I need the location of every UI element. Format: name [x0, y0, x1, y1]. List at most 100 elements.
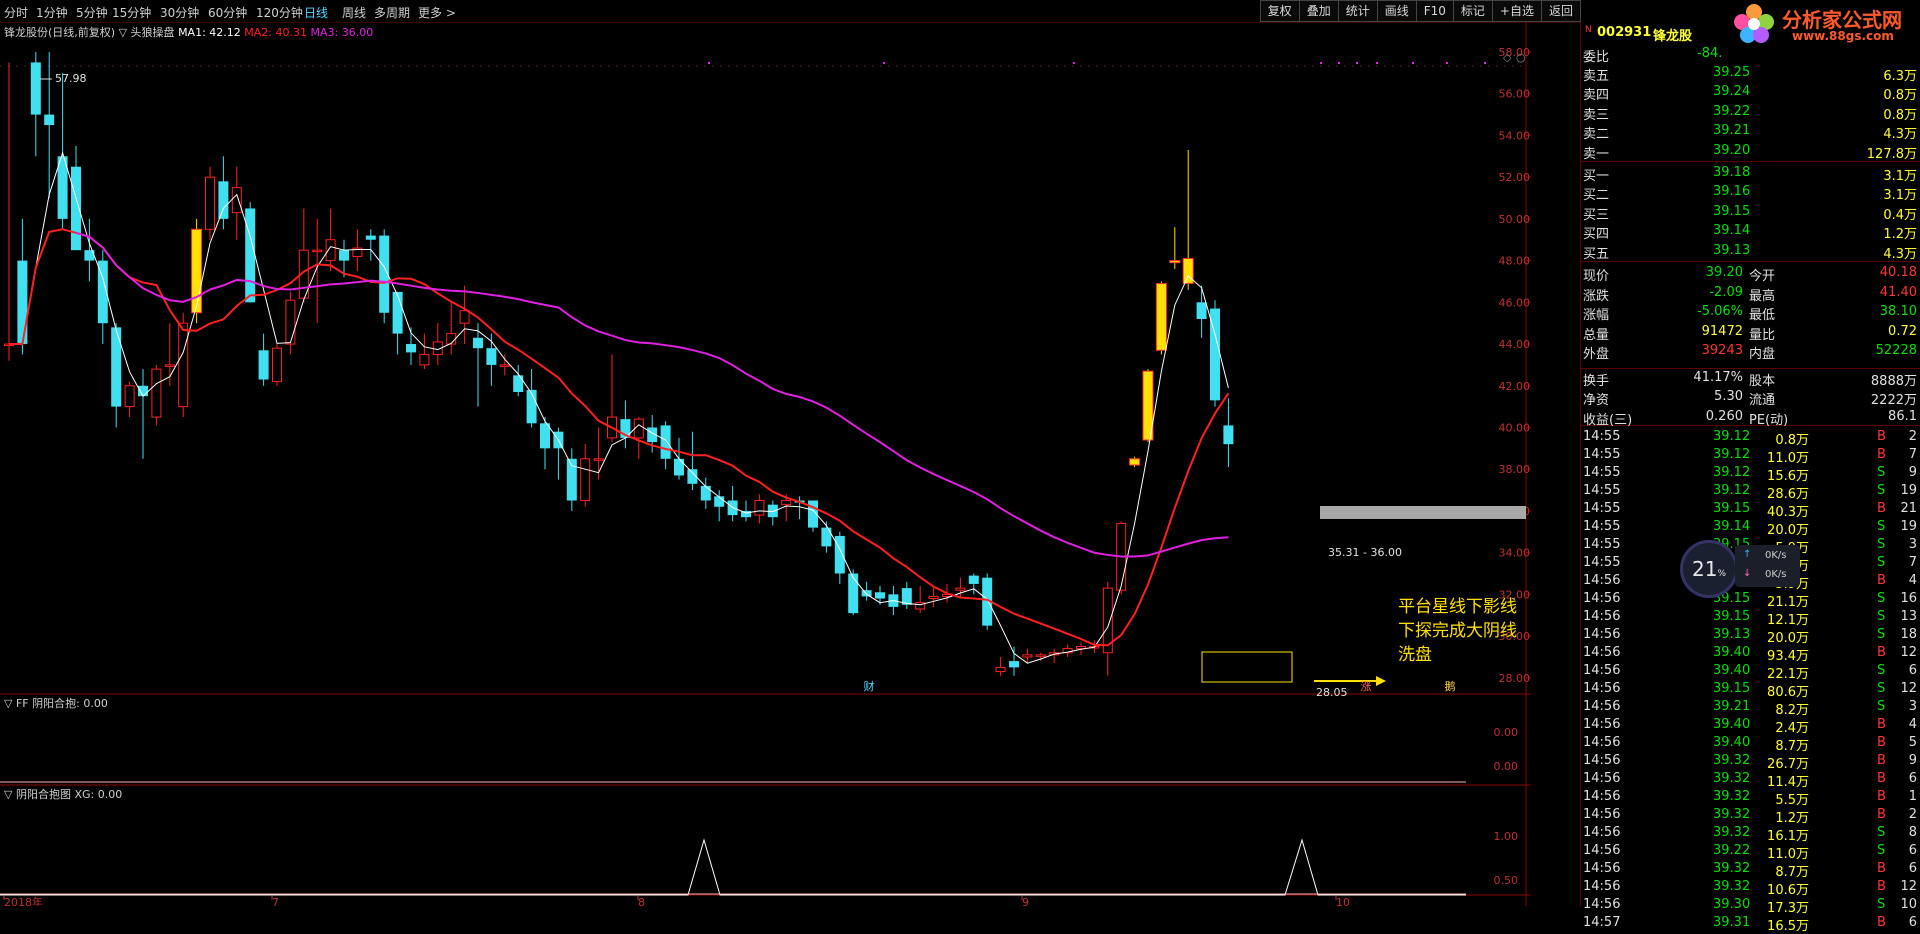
price-tick-label: 54.00: [1499, 129, 1531, 142]
period-tab-8[interactable]: 周线: [342, 4, 366, 21]
tick-price: 39.12: [1713, 465, 1751, 480]
level-price: 39.15: [1713, 203, 1751, 219]
stat-label-2: 股本: [1749, 373, 1776, 389]
signal-dot: [708, 62, 710, 64]
stat-label-1: 总量: [1583, 327, 1610, 343]
candle-body: [593, 458, 604, 461]
toolbar-button-0[interactable]: 复权: [1259, 0, 1300, 22]
price-tick-label: 40.00: [1499, 421, 1531, 434]
stock-code: 002931: [1597, 25, 1652, 40]
period-tab-2[interactable]: 5分钟: [76, 4, 108, 21]
orderbook-divider: [1581, 161, 1920, 162]
candle-body: [1182, 258, 1194, 285]
period-toolbar: 分时 1分钟 5分钟 15分钟 30分钟 60分钟 120分钟 日线 周线 多周期 更多 > 复权叠…: [0, 0, 1920, 23]
tick-price: 39.40: [1713, 663, 1751, 678]
tick-side: B: [1877, 861, 1886, 876]
candle-body: [674, 458, 684, 476]
period-tab-4[interactable]: 30分钟: [160, 4, 199, 21]
tick-time: 14:56: [1583, 843, 1621, 858]
kline-chart[interactable]: 58.0056.0054.0052.0050.0048.0046.0044.00…: [0, 22, 1558, 909]
quote-stat-row: 外盘 39243 内盘 52228: [1581, 342, 1920, 362]
tick-price: 39.15: [1713, 501, 1751, 516]
tick-time: 14:56: [1583, 645, 1621, 660]
tick-count: 19: [1900, 519, 1917, 534]
sell-level-row: 卖四 39.24 0.8万: [1581, 83, 1920, 103]
candle-body: [459, 310, 470, 324]
tick-row: 14:56 39.13 20.0万 S 18: [1581, 626, 1920, 646]
tick-row: 14:56 39.22 11.0万 S 6: [1581, 842, 1920, 862]
tick-count: 6: [1908, 915, 1917, 930]
candle-body: [44, 114, 55, 126]
period-tab-6[interactable]: 120分钟: [256, 4, 303, 21]
annotation-text-line: 下探完成大阴线: [1398, 621, 1517, 641]
tick-count: 4: [1908, 717, 1917, 732]
candle-body: [633, 418, 644, 439]
candle-body: [928, 595, 939, 600]
date-axis-label: 9: [1022, 896, 1029, 906]
period-tab-1[interactable]: 1分钟: [36, 4, 68, 21]
quote-stat-row: 换手 41.17% 股本 8888万: [1581, 369, 1920, 389]
toolbar-button-5[interactable]: 标记: [1452, 0, 1493, 22]
stock-title: 锋龙股份(日线,前复权): [4, 26, 116, 39]
tick-side: S: [1877, 681, 1886, 696]
toolbar-button-7[interactable]: 返回: [1540, 0, 1581, 22]
event-marker: 财: [864, 679, 875, 693]
candle-body: [446, 333, 457, 345]
tick-count: 6: [1908, 861, 1917, 876]
level-volume: 3.1万: [1883, 169, 1917, 184]
candle-body: [1223, 425, 1234, 445]
toolbar-button-6[interactable]: +自选: [1491, 0, 1542, 22]
chart-area[interactable]: 58.00 56.00 54.00 52.00 50.00 48.00 46.00 44.00…: [0, 22, 1558, 909]
float-widget-percent[interactable]: 21%: [1680, 540, 1738, 598]
tick-time: 14:55: [1583, 537, 1621, 552]
tick-time: 14:56: [1583, 717, 1621, 732]
candle-body: [1022, 654, 1033, 658]
level-price: 39.22: [1713, 103, 1751, 119]
event-marker: 涨: [1361, 680, 1372, 693]
tick-row: 14:56 39.15 21.1万 S 16: [1581, 590, 1920, 610]
period-tab-0[interactable]: 分时: [4, 4, 28, 21]
tick-row: 14:56 39.32 5.5万 B 1: [1581, 788, 1920, 808]
event-marker: 鹅: [1445, 679, 1456, 693]
tick-price: 39.32: [1713, 879, 1751, 894]
sell-level-row: 卖五 39.25 6.3万: [1581, 64, 1920, 84]
tick-count: 9: [1908, 465, 1917, 480]
tick-count: 9: [1908, 753, 1917, 768]
tick-price: 39.12: [1713, 483, 1751, 498]
tick-row: 14:56 39.15 12.1万 S 13: [1581, 608, 1920, 628]
level-price: 39.13: [1713, 242, 1751, 258]
ma3-line: [75, 231, 1229, 558]
toolbar-button-3[interactable]: 画线: [1376, 0, 1417, 22]
tick-count: 21: [1900, 501, 1917, 516]
candle-body: [968, 575, 979, 584]
tick-time: 14:56: [1583, 825, 1621, 840]
candle-body: [486, 348, 497, 365]
level-price: 39.16: [1713, 184, 1751, 200]
tick-side: S: [1877, 609, 1886, 624]
yinyang-title: ▽ 阴阳合抱图: [4, 788, 71, 801]
period-tab-3[interactable]: 15分钟: [112, 4, 151, 21]
period-tab-10[interactable]: 更多 >: [418, 4, 456, 21]
period-tab-7[interactable]: 日线: [304, 4, 328, 21]
tick-price: 39.40: [1713, 645, 1751, 660]
price-tick-label: 44.00: [1499, 338, 1531, 351]
toolbar-button-4[interactable]: F10: [1415, 0, 1454, 22]
site-logo: 分析家公式网 www.88gs.com: [1730, 0, 1920, 46]
tick-side: B: [1877, 789, 1886, 804]
period-tab-9[interactable]: 多周期: [374, 4, 410, 21]
tick-count: 8: [1908, 825, 1917, 840]
stat-value-1: 41.17%: [1693, 369, 1743, 385]
tick-count: 6: [1908, 771, 1917, 786]
tick-side: B: [1877, 429, 1886, 444]
level-volume: 0.4万: [1883, 207, 1917, 223]
tick-row: 14:55 39.12 28.6万 S 19: [1581, 482, 1920, 502]
level-volume: 127.8万: [1866, 146, 1917, 162]
tick-time: 14:56: [1583, 753, 1621, 768]
tick-count: 16: [1900, 591, 1917, 606]
candle-body: [848, 573, 859, 614]
tick-row: 14:57 39.31 16.5万 B 6: [1581, 914, 1920, 934]
price-tick-label: 48.00: [1499, 255, 1531, 268]
period-tab-5[interactable]: 60分钟: [208, 4, 247, 21]
toolbar-button-1[interactable]: 叠加: [1298, 0, 1339, 22]
toolbar-button-2[interactable]: 统计: [1337, 0, 1378, 22]
